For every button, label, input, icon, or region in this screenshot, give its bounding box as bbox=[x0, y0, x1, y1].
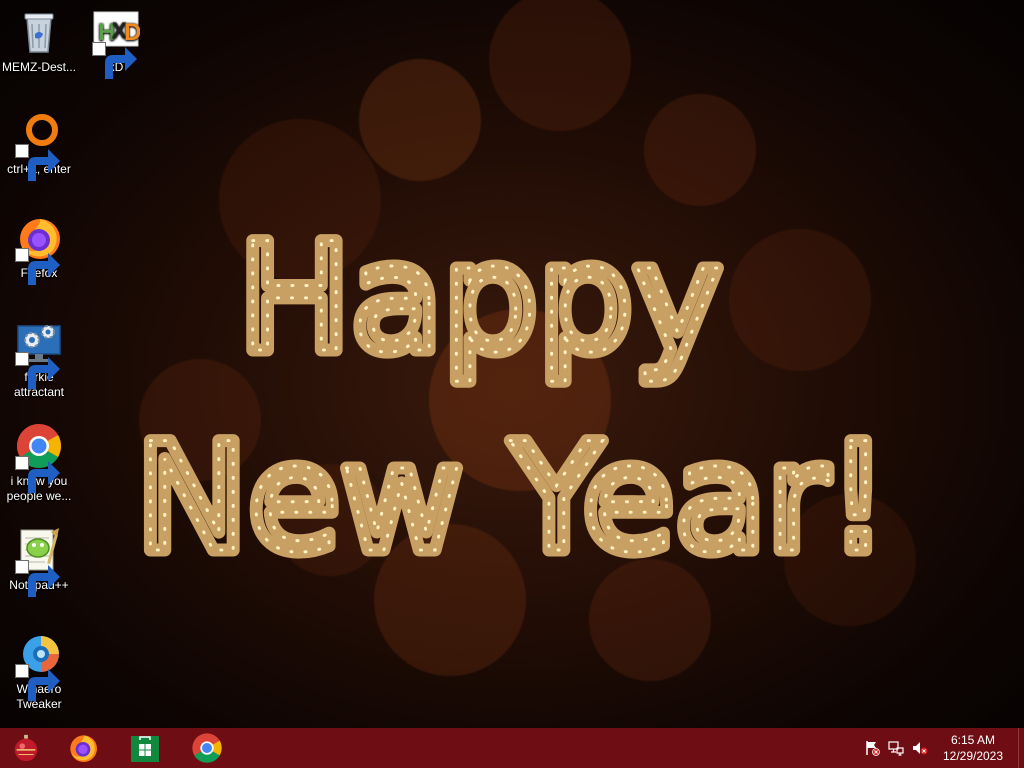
greeting-line2-bulbs: New Year! bbox=[136, 412, 889, 580]
shortcut-arrow-icon bbox=[15, 248, 60, 285]
action-center-flag-icon[interactable] bbox=[860, 728, 884, 768]
start-button[interactable] bbox=[0, 728, 52, 768]
desktop-icon-notepad-plus-plus[interactable]: Notepad++ bbox=[1, 526, 77, 597]
desktop-icon-winaero-tweaker[interactable]: Winaero Tweaker bbox=[1, 630, 77, 712]
wallpaper-greeting: Happy Happy New Year! New Year! bbox=[0, 200, 1024, 581]
hxd-icon: H X D bbox=[92, 8, 140, 79]
clock-date: 12/29/2023 bbox=[942, 749, 1004, 763]
notepad-plus-plus-icon bbox=[15, 526, 63, 597]
greeting-marquee: Happy Happy New Year! New Year! bbox=[129, 206, 895, 581]
desktop-icon-forkie-attractant[interactable]: forkie attractant bbox=[1, 318, 77, 400]
taskbar-store-button[interactable] bbox=[114, 728, 176, 768]
store-icon bbox=[131, 736, 159, 762]
shortcut-arrow-icon bbox=[15, 352, 60, 389]
volume-muted-icon[interactable] bbox=[908, 728, 932, 768]
clock[interactable]: 6:15 AM 12/29/2023 bbox=[936, 732, 1010, 764]
taskbar: 6:15 AM 12/29/2023 bbox=[0, 728, 1024, 768]
shortcut-arrow-icon bbox=[92, 42, 137, 79]
taskbar-firefox-button[interactable] bbox=[52, 728, 114, 768]
chrome-icon bbox=[192, 733, 222, 763]
shortcut-arrow-icon bbox=[15, 144, 60, 181]
winaero-tweaker-icon bbox=[15, 630, 63, 701]
firefox-icon bbox=[70, 735, 97, 762]
shortcut-arrow-icon bbox=[15, 560, 60, 597]
system-settings-icon bbox=[15, 318, 63, 389]
desktop-icon-chrome[interactable]: i know you people we... bbox=[1, 422, 77, 504]
network-icon[interactable] bbox=[884, 728, 908, 768]
chrome-icon bbox=[15, 422, 63, 493]
desktop[interactable]: Happy Happy New Year! New Year! MEMZ-Des… bbox=[0, 0, 1024, 768]
orange-ring-icon bbox=[15, 110, 63, 181]
taskbar-chrome-button[interactable] bbox=[176, 728, 238, 768]
clock-time: 6:15 AM bbox=[950, 733, 996, 747]
recycle-bin-icon bbox=[15, 8, 63, 56]
shortcut-arrow-icon bbox=[15, 456, 60, 493]
desktop-icon-xd[interactable]: H X D xD bbox=[78, 8, 154, 79]
system-tray: 6:15 AM 12/29/2023 bbox=[860, 728, 1024, 768]
desktop-icon-label: MEMZ-Dest... bbox=[2, 60, 76, 74]
svg-text:D: D bbox=[124, 19, 140, 46]
desktop-icon-recycle-bin[interactable]: MEMZ-Dest... bbox=[1, 8, 77, 75]
shortcut-arrow-icon bbox=[15, 664, 60, 701]
firefox-icon bbox=[15, 214, 63, 285]
greeting-line1-bulbs: Happy bbox=[238, 212, 722, 386]
ornament-start-icon bbox=[14, 734, 38, 762]
show-desktop-button[interactable] bbox=[1018, 728, 1024, 768]
desktop-icon-firefox[interactable]: Firefox bbox=[1, 214, 77, 285]
desktop-icon-ctrl-a-enter[interactable]: ctrl+a, enter bbox=[1, 110, 77, 181]
